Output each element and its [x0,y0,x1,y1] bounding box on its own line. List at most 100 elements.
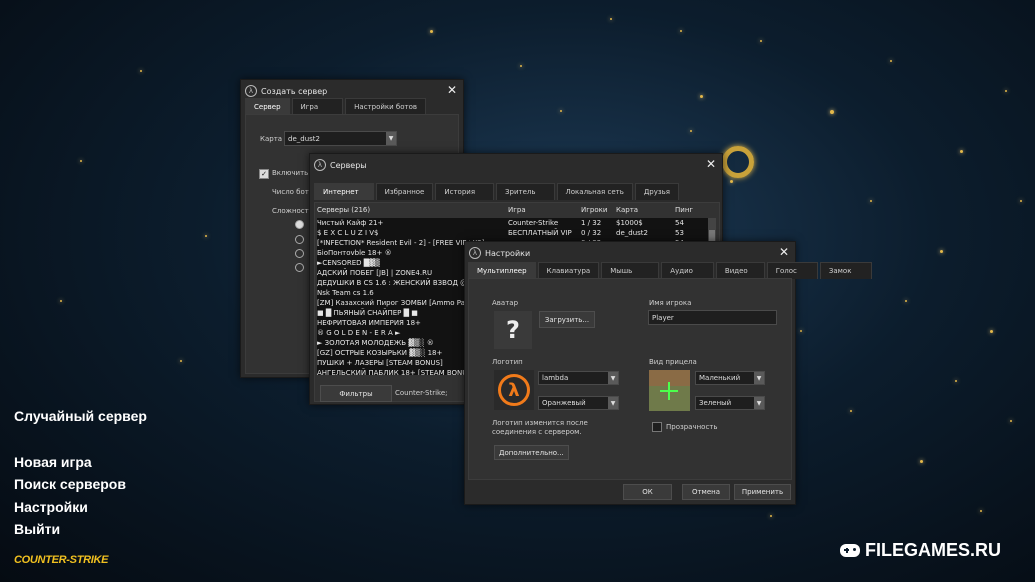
logo-color-select[interactable]: Оранжевый ▼ [538,396,619,410]
upload-button[interactable]: Загрузить... [539,311,595,328]
lambda-icon: λ [469,247,481,259]
crosshair-size-select[interactable]: Маленький ▼ [695,371,765,385]
column-ping[interactable]: Пинг [675,205,705,215]
tab-favorites[interactable]: Избранное [375,183,434,200]
column-servers[interactable]: Серверы (216) [317,205,508,215]
crosshair-color-select[interactable]: Зеленый ▼ [695,396,765,410]
close-icon[interactable]: ✕ [779,245,789,259]
avatar-placeholder: ? [506,316,520,344]
sparkle [770,515,772,517]
tab-mouse[interactable]: Мышь [601,262,660,279]
sparkle [980,510,982,512]
lambda-icon: λ [314,159,326,171]
create-server-title: Создать сервер [261,86,328,96]
column-game[interactable]: Игра [508,205,581,215]
sparkle [560,110,562,112]
sparkle [430,30,433,33]
map-select[interactable]: de_dust2 ▼ [284,131,397,146]
sparkle [60,300,62,302]
server-map: de_dust2 [616,229,648,237]
tab-history[interactable]: История [435,183,495,200]
menu-new-game[interactable]: Новая игра [14,454,92,470]
tab-lock[interactable]: Замок [819,262,873,279]
enable-bots-checkbox[interactable]: ✓ [259,169,269,179]
sparkle [205,235,207,237]
difficulty-radio-1[interactable] [295,220,304,229]
filters-button[interactable]: Фильтры [320,385,392,402]
logo-preview: λ [494,370,534,410]
difficulty-radio-2[interactable] [295,235,304,244]
gamepad-icon [840,544,860,557]
tab-lan[interactable]: Локальная сеть [556,183,633,200]
tab-internet[interactable]: Интернет [314,183,374,200]
ok-button[interactable]: ОК [623,484,672,500]
menu-random-server[interactable]: Случайный сервер [14,408,147,424]
sparkle [80,160,82,162]
sparkle [990,330,993,333]
game-filter-label: Counter-Strike; [395,389,448,397]
tab-game[interactable]: Игра [291,98,344,115]
tab-video[interactable]: Видео [715,262,765,279]
sparkle [940,250,943,253]
menu-exit[interactable]: Выйти [14,521,60,537]
sparkle [1005,90,1007,92]
sparkle [520,65,522,67]
avatar: ? [494,311,532,349]
tab-audio[interactable]: Аудио [661,262,714,279]
transparency-checkbox[interactable] [652,422,662,432]
close-icon[interactable]: ✕ [706,157,716,171]
map-value: de_dust2 [288,134,320,143]
column-map[interactable]: Карта [616,205,675,215]
difficulty-radio-3[interactable] [295,249,304,258]
chevron-down-icon: ▼ [754,372,764,384]
logo-color-value: Оранжевый [542,399,586,407]
tab-server[interactable]: Сервер [245,98,290,115]
avatar-label: Аватар [492,299,519,307]
crosshair-preview [649,370,690,411]
tab-spectator[interactable]: Зритель [496,183,555,200]
crosshair-label: Вид прицела [649,358,697,366]
servers-titlebar[interactable]: λ Серверы ✕ [310,154,722,176]
server-ping: 53 [675,229,684,237]
servers-title: Серверы [330,160,367,170]
advanced-button[interactable]: Дополнительно... [494,445,569,460]
tab-keyboard[interactable]: Клавиатура [537,262,600,279]
sparkle [1010,420,1012,422]
sparkle [870,200,872,202]
sparkle [180,360,182,362]
player-name-input[interactable]: Player [648,310,777,325]
map-label: Карта [260,135,283,143]
menu-settings[interactable]: Настройки [14,499,88,515]
server-players: 0 / 32 [581,229,602,237]
server-name: $ E X C L U Z I V$ [317,229,379,237]
tab-multiplayer[interactable]: Мультиплеер [468,262,536,279]
chevron-down-icon: ▼ [754,397,764,409]
chevron-down-icon: ▼ [386,132,396,145]
tab-bot-settings[interactable]: Настройки ботов [345,98,427,115]
sparkle [850,410,852,412]
settings-titlebar[interactable]: λ Настройки ✕ [465,242,795,264]
tab-friends[interactable]: Друзья [634,183,679,200]
difficulty-radio-4[interactable] [295,263,304,272]
server-row[interactable]: Чистый Кайф 21+ Counter-Strike 1 / 32 $1000… [317,218,715,228]
sparkle [700,95,703,98]
sparkle [760,40,762,42]
server-row[interactable]: $ E X C L U Z I V$ БЕСПЛАТНЫЙ VIP 0 / 32 de… [317,228,715,238]
sparkle [140,70,142,72]
sparkle [830,110,834,114]
cancel-button[interactable]: Отмена [682,484,730,500]
logo-note: Логотип изменится после соединения с сер… [492,419,588,436]
close-icon[interactable]: ✕ [447,83,457,97]
logo-select[interactable]: lambda ▼ [538,371,619,385]
tab-voice[interactable]: Голос [766,262,818,279]
apply-button[interactable]: Применить [734,484,791,500]
sparkle [955,380,957,382]
logo-value: lambda [542,374,569,382]
server-players: 1 / 32 [581,219,602,227]
column-players[interactable]: Игроки [581,205,616,215]
lambda-icon: λ [245,85,257,97]
player-name-value: Player [652,313,674,322]
menu-find-servers[interactable]: Поиск серверов [14,476,126,492]
difficulty-label: Сложность [272,207,313,215]
watermark: FILEGAMES.RU [840,540,1001,561]
